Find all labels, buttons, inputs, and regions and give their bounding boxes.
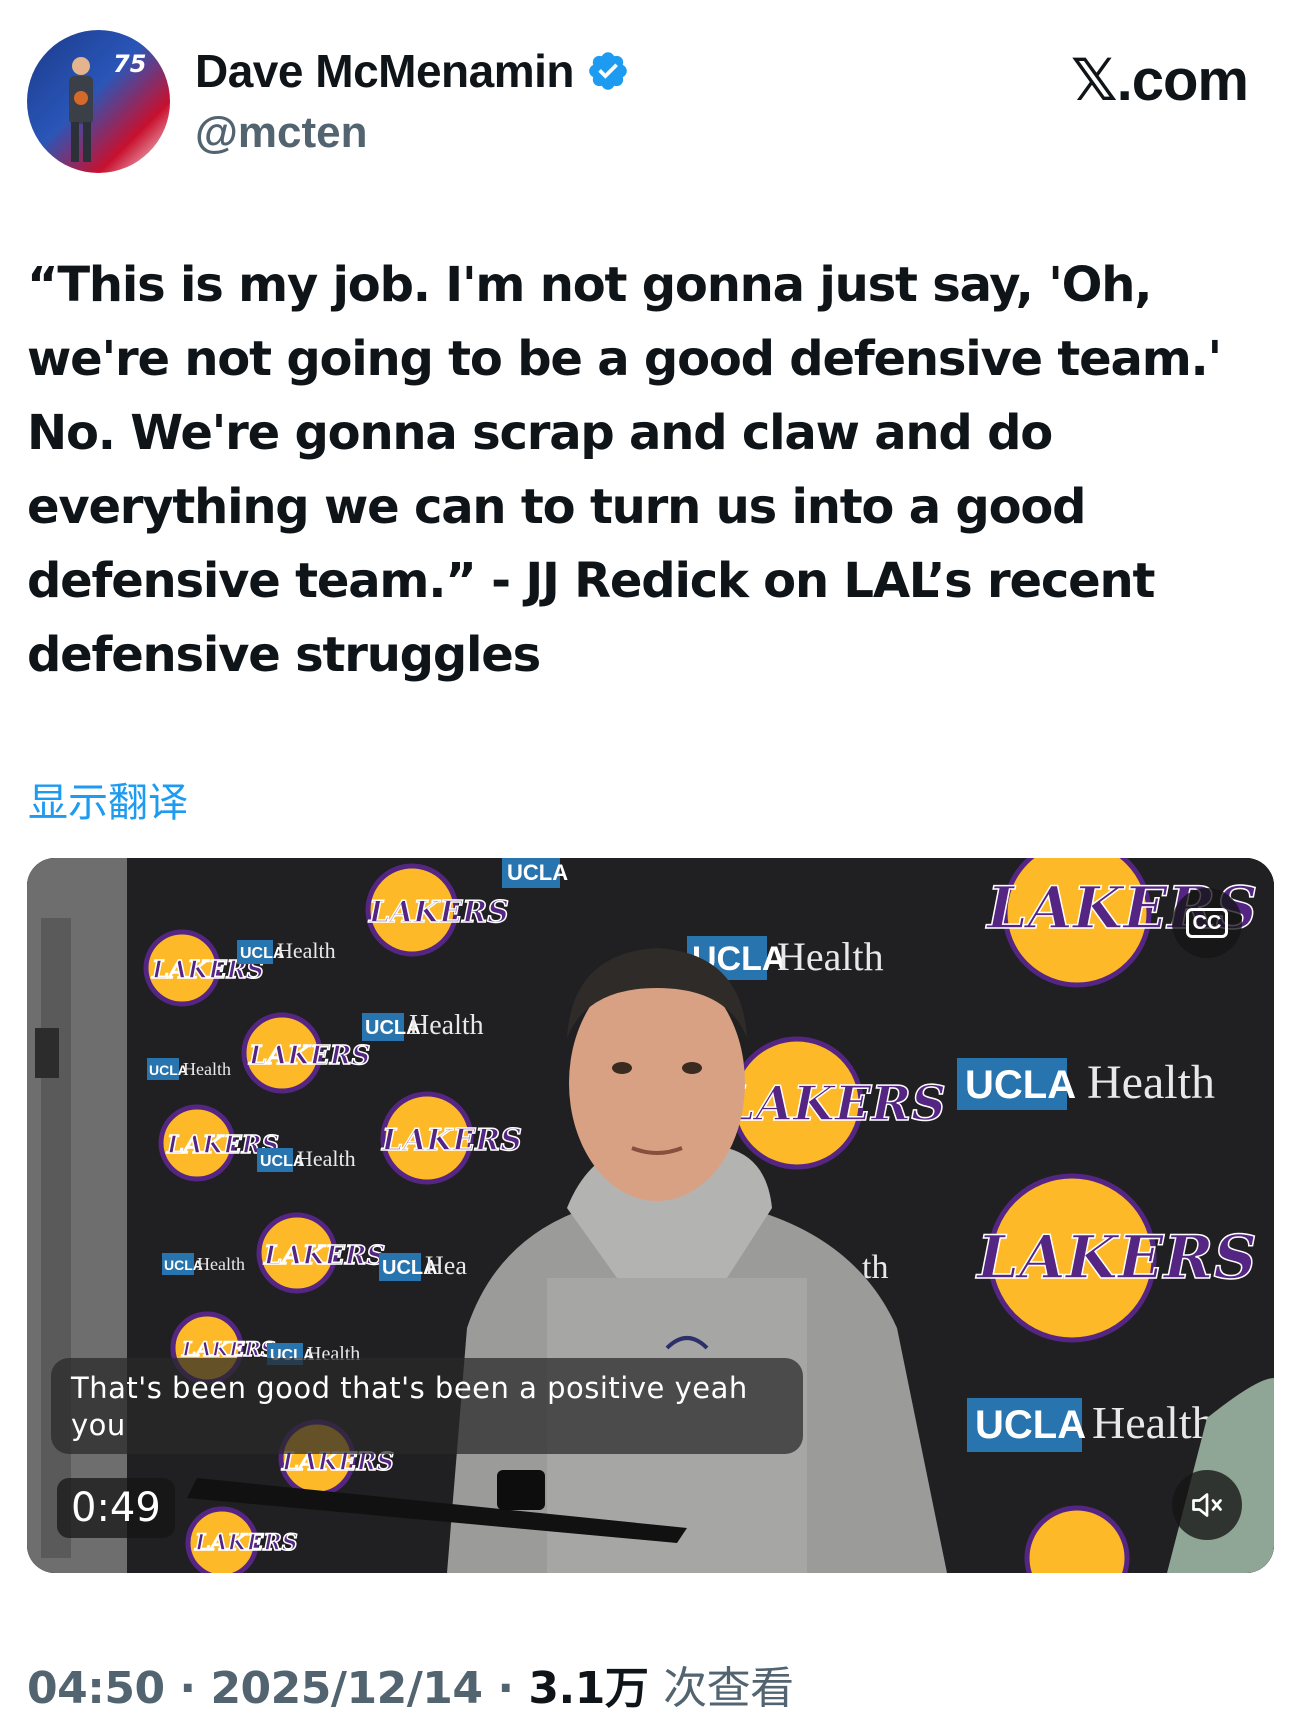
video-player[interactable]: LAKERS LAKERS LAKERS LAKERS LAKERS LAKER… — [27, 858, 1274, 1573]
svg-text:UCLA: UCLA — [507, 860, 568, 885]
svg-text:Health: Health — [1092, 1397, 1215, 1448]
tweet-text: “This is my job. I'm not gonna just say,… — [27, 257, 1222, 683]
meta-separator: · — [497, 1663, 514, 1714]
tweet-meta: 04:50 · 2025/12/14 · 3.1万 次查看 — [27, 1652, 794, 1716]
x-brand-label: 𝕏.com — [1070, 48, 1249, 113]
views-count: 3.1万 — [528, 1663, 649, 1714]
svg-text:LAKERS: LAKERS — [263, 1241, 385, 1271]
video-caption: That's been good that's been a positive … — [51, 1358, 803, 1454]
tweet-date[interactable]: 2025/12/14 — [210, 1663, 483, 1714]
svg-text:LAKERS: LAKERS — [194, 1530, 298, 1556]
meta-separator: · — [179, 1663, 196, 1714]
svg-text:LAKERS: LAKERS — [720, 1076, 946, 1132]
svg-text:Health: Health — [197, 1254, 245, 1274]
cc-icon: CC — [1185, 908, 1229, 938]
person-figure-icon — [69, 57, 93, 162]
svg-text:LAKERS: LAKERS — [975, 1223, 1257, 1293]
svg-text:Health: Health — [183, 1059, 231, 1079]
verified-badge-icon — [589, 52, 627, 90]
svg-text:Health: Health — [777, 934, 884, 979]
svg-text:UCLA: UCLA — [975, 1403, 1086, 1447]
speaker-muted-icon — [1192, 1493, 1222, 1517]
author-display-name[interactable]: Dave McMenamin — [195, 44, 575, 98]
tweet-time[interactable]: 04:50 — [27, 1663, 165, 1714]
show-translation-link[interactable]: 显示翻译 — [28, 770, 188, 828]
svg-text:Health: Health — [297, 1146, 356, 1171]
author-handle[interactable]: @mcten — [195, 108, 368, 158]
video-caption-text: That's been good that's been a positive … — [71, 1371, 748, 1442]
avatar[interactable]: 75 — [27, 30, 170, 173]
svg-text:Health: Health — [1087, 1056, 1215, 1109]
closed-captions-button[interactable]: CC — [1172, 888, 1242, 958]
svg-text:LAKERS: LAKERS — [248, 1041, 370, 1071]
tweet-header: 75 Dave McMenamin @mcten 𝕏.com — [0, 0, 1290, 200]
nba-75-logo-icon: 75 — [113, 50, 146, 78]
svg-text:LAKERS: LAKERS — [368, 895, 509, 930]
views-label: 次查看 — [663, 1663, 794, 1714]
svg-text:LAKERS: LAKERS — [381, 1123, 522, 1158]
svg-text:UCLA: UCLA — [965, 1063, 1076, 1107]
press-conference-video-frame: LAKERS LAKERS LAKERS LAKERS LAKERS LAKER… — [27, 858, 1274, 1573]
video-duration: 0:49 — [57, 1478, 175, 1538]
unmute-button[interactable] — [1172, 1470, 1242, 1540]
svg-text:75: 75 — [113, 50, 146, 78]
svg-text:Health: Health — [277, 938, 336, 963]
svg-text:Hea: Hea — [425, 1251, 467, 1280]
svg-text:Health: Health — [409, 1010, 484, 1041]
